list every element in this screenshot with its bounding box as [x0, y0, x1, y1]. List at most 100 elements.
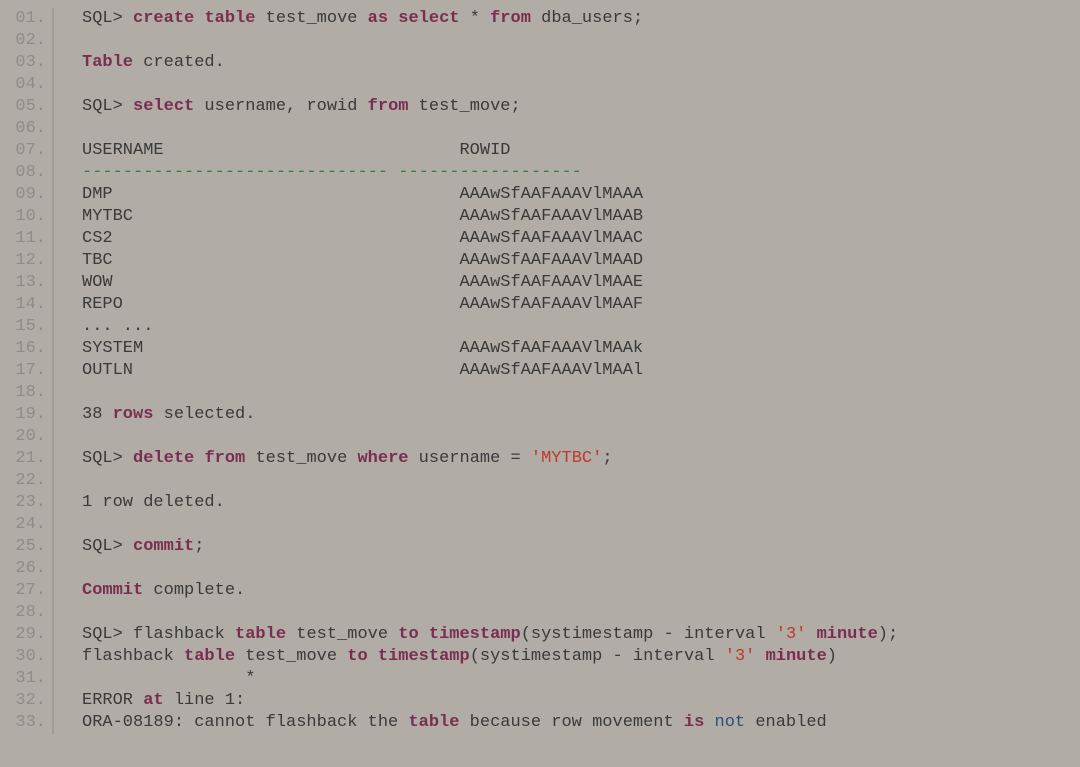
line-number: 30. [0, 646, 52, 668]
code-area: SQL> create table test_move as select * … [54, 8, 898, 734]
code-line [82, 602, 898, 624]
code-block: 01.02.03.04.05.06.07.08.09.10.11.12.13.1… [0, 0, 1080, 742]
kw-token: table [235, 625, 286, 644]
line-number: 19. [0, 404, 52, 426]
line-number: 27. [0, 580, 52, 602]
line-number: 08. [0, 162, 52, 184]
str-token: '3' [776, 625, 807, 644]
kw-token: from [368, 97, 409, 116]
text-token: test_move [255, 9, 367, 28]
text-token: test_move; [408, 97, 520, 116]
code-line: ORA-08189: cannot flashback the table be… [82, 712, 898, 734]
kw-token: create [133, 9, 194, 28]
text-token [194, 449, 204, 468]
kw-token: minute [766, 647, 827, 666]
code-line: ... ... [82, 316, 898, 338]
text-token: MYTBC AAAwSfAAFAAAVlMAAB [82, 207, 643, 226]
code-line: SQL> select username, rowid from test_mo… [82, 96, 898, 118]
kw-token: table [204, 9, 255, 28]
text-token: ... ... [82, 317, 153, 336]
bool-token: not [715, 713, 746, 732]
line-number: 13. [0, 272, 52, 294]
code-line: OUTLN AAAwSfAAFAAAVlMAAl [82, 360, 898, 382]
text-token: test_move [286, 625, 398, 644]
text-token [704, 713, 714, 732]
text-token: SQL> [82, 97, 133, 116]
code-line: REPO AAAwSfAAFAAAVlMAAF [82, 294, 898, 316]
text-token: dba_users; [531, 9, 643, 28]
kw-token: Table [82, 53, 133, 72]
code-line [82, 118, 898, 140]
text-token: SYSTEM AAAwSfAAFAAAVlMAAk [82, 339, 643, 358]
text-token: ; [194, 537, 204, 556]
code-line: CS2 AAAwSfAAFAAAVlMAAC [82, 228, 898, 250]
line-number: 01. [0, 8, 52, 30]
text-token [419, 625, 429, 644]
line-number: 03. [0, 52, 52, 74]
text-token [194, 9, 204, 28]
hdr-token: ------------------------------ ---------… [82, 163, 582, 182]
text-token [806, 625, 816, 644]
code-line: ------------------------------ ---------… [82, 162, 898, 184]
line-number: 06. [0, 118, 52, 140]
text-token: selected. [153, 405, 255, 424]
text-token: CS2 AAAwSfAAFAAAVlMAAC [82, 229, 643, 248]
text-token: 1 row deleted. [82, 493, 225, 512]
code-line: SYSTEM AAAwSfAAFAAAVlMAAk [82, 338, 898, 360]
text-token: * [82, 669, 255, 688]
line-number: 29. [0, 624, 52, 646]
code-line: TBC AAAwSfAAFAAAVlMAAD [82, 250, 898, 272]
line-number: 11. [0, 228, 52, 250]
line-number: 23. [0, 492, 52, 514]
kw-token: to [398, 625, 418, 644]
line-number: 02. [0, 30, 52, 52]
code-line: Table created. [82, 52, 898, 74]
line-number: 16. [0, 338, 52, 360]
line-number: 07. [0, 140, 52, 162]
kw-token: minute [817, 625, 878, 644]
code-line [82, 514, 898, 536]
code-line [82, 382, 898, 404]
text-token: REPO AAAwSfAAFAAAVlMAAF [82, 295, 643, 314]
text-token: username = [408, 449, 530, 468]
text-token: WOW AAAwSfAAFAAAVlMAAE [82, 273, 643, 292]
code-line: flashback table test_move to timestamp(s… [82, 646, 898, 668]
code-line: ERROR at line 1: [82, 690, 898, 712]
kw-token: delete [133, 449, 194, 468]
line-number-gutter: 01.02.03.04.05.06.07.08.09.10.11.12.13.1… [0, 8, 54, 734]
code-line [82, 470, 898, 492]
line-number: 18. [0, 382, 52, 404]
text-token: SQL> [82, 9, 133, 28]
kw-token: from [490, 9, 531, 28]
kw-token: at [143, 691, 163, 710]
kw-token: timestamp [429, 625, 521, 644]
code-line: * [82, 668, 898, 690]
line-number: 28. [0, 602, 52, 624]
str-token: '3' [725, 647, 756, 666]
text-token: TBC AAAwSfAAFAAAVlMAAD [82, 251, 643, 270]
text-token: enabled [745, 713, 827, 732]
text-token: DMP AAAwSfAAFAAAVlMAAA [82, 185, 643, 204]
kw-token: is [684, 713, 704, 732]
kw-token: to [347, 647, 367, 666]
line-number: 09. [0, 184, 52, 206]
text-token: OUTLN AAAwSfAAFAAAVlMAAl [82, 361, 643, 380]
code-line: SQL> flashback table test_move to timest… [82, 624, 898, 646]
line-number: 15. [0, 316, 52, 338]
text-token [755, 647, 765, 666]
text-token: 38 [82, 405, 113, 424]
text-token: * [460, 9, 491, 28]
text-token: ) [827, 647, 837, 666]
code-line: 1 row deleted. [82, 492, 898, 514]
code-line: USERNAME ROWID [82, 140, 898, 162]
text-token: ERROR [82, 691, 143, 710]
text-token: ORA-08189: cannot flashback the [82, 713, 408, 732]
kw-token: Commit [82, 581, 143, 600]
kw-token: from [204, 449, 245, 468]
code-line: SQL> create table test_move as select * … [82, 8, 898, 30]
kw-token: select [398, 9, 459, 28]
kw-token: where [357, 449, 408, 468]
line-number: 04. [0, 74, 52, 96]
text-token: line 1: [164, 691, 246, 710]
kw-token: commit [133, 537, 194, 556]
